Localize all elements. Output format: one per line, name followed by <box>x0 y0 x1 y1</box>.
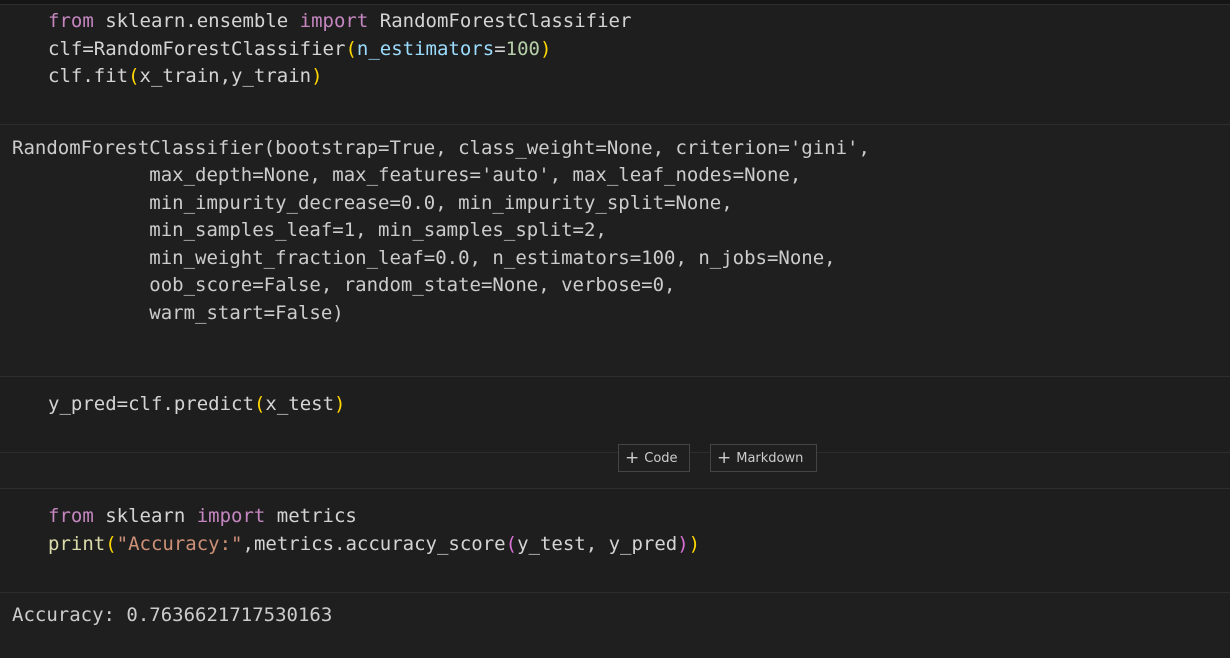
code-token: import <box>196 505 266 527</box>
code-token: from <box>48 10 94 32</box>
add-code-cell-button[interactable]: + Code <box>618 444 690 472</box>
code-token: ) <box>539 38 552 60</box>
output-line: RandomForestClassifier(bootstrap=True, c… <box>12 137 870 159</box>
code-token: = <box>82 38 94 60</box>
code-token: ) <box>311 65 323 87</box>
code-line: clf=RandomForestClassifier(n_estimators=… <box>48 36 551 63</box>
code-token: clf.fit <box>48 65 129 87</box>
code-cell-1[interactable]: from sklearn.ensemble import RandomFores… <box>0 4 1230 125</box>
code-token: import <box>299 10 369 32</box>
code-line: from sklearn.ensemble import RandomFores… <box>48 8 631 35</box>
code-token: x_test <box>265 393 335 415</box>
code-token: "Accuracy:" <box>116 533 243 555</box>
code-cell-2[interactable]: y_pred=clf.predict(x_test) <box>0 376 1230 453</box>
code-token: 100 <box>505 38 540 60</box>
add-code-label: Code <box>644 450 678 466</box>
code-token: y_pred <box>48 393 117 415</box>
code-token: = <box>494 38 506 60</box>
plus-icon: + <box>717 447 732 468</box>
add-markdown-label: Markdown <box>736 450 804 466</box>
code-token: metrics <box>265 505 357 527</box>
output-cell-1: RandomForestClassifier(bootstrap=True, c… <box>0 126 1230 375</box>
code-line: print("Accuracy:",metrics.accuracy_score… <box>48 531 700 558</box>
output-line: Accuracy: 0.7636621717530163 <box>12 604 333 626</box>
output-line: min_weight_fraction_leaf=0.0, n_estimato… <box>12 247 836 269</box>
code-token: print <box>48 533 106 555</box>
output-line: max_depth=None, max_features='auto', max… <box>12 164 802 186</box>
code-token: from <box>48 505 94 527</box>
code-token: n_estimators <box>356 38 495 60</box>
output-line: oob_score=False, random_state=None, verb… <box>12 274 676 296</box>
code-token: ( <box>505 533 518 555</box>
add-markdown-cell-button[interactable]: + Markdown <box>710 444 817 472</box>
code-token: ( <box>253 393 266 415</box>
code-line: y_pred=clf.predict(x_test) <box>48 391 345 418</box>
output-line: warm_start=False) <box>12 302 344 324</box>
code-token: y_test, y_pred <box>517 533 678 555</box>
code-token: sklearn <box>93 505 197 527</box>
code-line: from sklearn import metrics <box>48 503 357 530</box>
code-token: sklearn.ensemble <box>93 10 300 32</box>
code-line: clf.fit(x_train,y_train) <box>48 63 323 90</box>
code-token: x_train,y_train <box>139 65 312 87</box>
output-cell-3: Accuracy: 0.7636621717530163 <box>0 594 1230 658</box>
code-token: clf.predict <box>128 393 254 415</box>
code-token: ( <box>128 65 140 87</box>
code-token: ) <box>677 533 689 555</box>
code-token: RandomForestClassifier <box>93 38 346 60</box>
code-token: ,metrics.accuracy_score <box>242 533 506 555</box>
code-token: = <box>116 393 129 415</box>
code-token: ( <box>105 533 117 555</box>
code-token: ) <box>688 533 701 555</box>
code-token: RandomForestClassifier <box>368 10 632 32</box>
code-token: clf <box>48 38 83 60</box>
code-token: ( <box>345 38 357 60</box>
output-line: min_impurity_decrease=0.0, min_impurity_… <box>12 192 733 214</box>
code-cell-3[interactable]: from sklearn import metrics print("Accur… <box>0 488 1230 593</box>
code-token: ) <box>334 393 346 415</box>
plus-icon: + <box>625 447 640 468</box>
output-line: min_samples_leaf=1, min_samples_split=2, <box>12 219 607 241</box>
